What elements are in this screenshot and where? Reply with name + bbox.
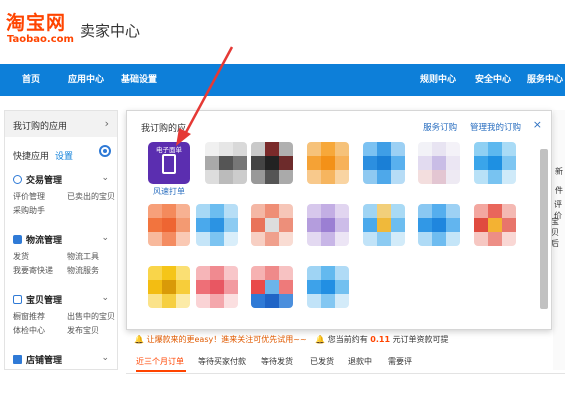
logo-english: Taobao.com xyxy=(7,34,74,45)
app-tile[interactable] xyxy=(148,266,190,308)
link-sold-items[interactable]: 已卖出的宝贝 xyxy=(67,191,115,202)
link-logistics-tools[interactable]: 物流工具 xyxy=(67,251,99,262)
balance-amount: 0.11 xyxy=(370,335,391,344)
active-tab-underline xyxy=(136,370,186,372)
background-content-peek: 新 件 评价 宝贝后 xyxy=(551,110,565,370)
promo-notice: 🔔 让爆款来的更easy！進来关注可优先试用~~ 🔔 您当前约有 0.11 元订… xyxy=(134,334,554,348)
app-tile[interactable] xyxy=(251,204,293,246)
gear-icon[interactable] xyxy=(99,145,111,157)
link-publish-item[interactable]: 发布宝贝 xyxy=(67,325,99,336)
nav-service-center[interactable]: 服务中心 xyxy=(527,64,563,96)
balance-prefix: 您当前约有 xyxy=(327,335,368,344)
app-tile[interactable] xyxy=(205,142,247,184)
link-logistics-service[interactable]: 物流服务 xyxy=(67,265,99,276)
chevron-down-icon[interactable]: ⌄ xyxy=(101,173,109,183)
chevron-right-icon: › xyxy=(104,117,109,130)
peek-text: 宝贝后 xyxy=(551,217,559,248)
close-icon[interactable]: × xyxy=(533,118,542,131)
shop-icon xyxy=(13,355,22,364)
chevron-down-icon[interactable]: ⌄ xyxy=(101,293,109,303)
header: 淘宝网 Taobao.com 卖家中心 xyxy=(0,0,565,62)
logo-chinese: 淘宝网 xyxy=(6,12,67,34)
app-tile[interactable] xyxy=(307,204,349,246)
taobao-logo[interactable]: 淘宝网 Taobao.com xyxy=(6,12,76,52)
tab-refunding[interactable]: 退款中 xyxy=(348,356,372,367)
app-tile[interactable] xyxy=(307,266,349,308)
chevron-down-icon[interactable]: ⌄ xyxy=(101,233,109,243)
quick-apps-label: 快捷应用 xyxy=(13,152,50,162)
chevron-down-icon[interactable]: ⌄ xyxy=(101,353,109,363)
sidebar-quick-apps: 快捷应用 设置 xyxy=(5,141,117,167)
app-tile[interactable] xyxy=(148,204,190,246)
link-items-on-sale[interactable]: 出售中的宝贝 xyxy=(67,311,115,322)
popup-links: 服务订购 管理我的订购 xyxy=(413,121,521,133)
service-order-link[interactable]: 服务订购 xyxy=(423,123,457,133)
document-icon xyxy=(162,154,176,174)
section-title-text: 交易管理 xyxy=(26,176,63,186)
app-label-fengsu-dadan[interactable]: 风速打单 xyxy=(148,186,190,197)
app-tile[interactable] xyxy=(196,204,238,246)
sound-icon: 🔔 xyxy=(315,335,326,344)
tab-awaiting-shipment[interactable]: 等待发货 xyxy=(261,356,293,367)
nav-home[interactable]: 首页 xyxy=(22,64,40,96)
section-title-text: 物流管理 xyxy=(26,236,63,246)
section-title[interactable]: 宝贝管理 xyxy=(13,293,62,307)
link-review-manage[interactable]: 评价管理 xyxy=(13,191,45,202)
app-tile[interactable] xyxy=(251,266,293,308)
app-icon-header: 电子面单 xyxy=(156,146,182,154)
app-tile[interactable] xyxy=(363,204,405,246)
nav-rules-center[interactable]: 规则中心 xyxy=(420,64,456,96)
link-window-recommend[interactable]: 橱窗推荐 xyxy=(13,311,45,322)
truck-icon xyxy=(13,235,22,244)
section-title-text: 宝贝管理 xyxy=(26,296,63,306)
tab-needs-review[interactable]: 需要评 xyxy=(388,356,412,367)
popup-title: 我订购的应 xyxy=(141,124,187,134)
tab-awaiting-payment[interactable]: 等待买家付款 xyxy=(198,356,246,367)
nav-basic-settings[interactable]: 基础设置 xyxy=(121,64,157,96)
app-tile[interactable] xyxy=(418,142,460,184)
tab-last-three-months[interactable]: 近三个月订单 xyxy=(136,356,184,367)
app-tile[interactable] xyxy=(474,204,516,246)
app-tile[interactable] xyxy=(418,204,460,246)
nav-security-center[interactable]: 安全中心 xyxy=(475,64,511,96)
promo-text[interactable]: 让爆款来的更easy！進来关注可优先试用~~ xyxy=(147,335,307,344)
section-title[interactable]: 店铺管理 xyxy=(13,353,62,367)
link-ship[interactable]: 发货 xyxy=(13,251,29,262)
link-purchase-assistant[interactable]: 采购助手 xyxy=(13,205,45,216)
main-nav: 首页 应用中心 基础设置 规则中心 安全中心 服务中心 xyxy=(0,64,565,96)
manage-orders-link[interactable]: 管理我的订购 xyxy=(470,123,521,133)
app-tile[interactable] xyxy=(307,142,349,184)
bag-icon xyxy=(13,295,22,304)
order-tabs: 近三个月订单 等待买家付款 等待发货 已发货 退款中 需要评 xyxy=(126,352,565,374)
sidebar-my-apps[interactable]: 我订购的应用 › xyxy=(5,111,117,137)
app-tile-fengsu-dadan[interactable]: 电子面单 xyxy=(148,142,190,184)
nav-app-center[interactable]: 应用中心 xyxy=(68,64,104,96)
peek-text: 新 xyxy=(555,167,563,176)
app-tile[interactable] xyxy=(196,266,238,308)
sidebar-my-apps-label: 我订购的应用 xyxy=(13,122,68,132)
sidebar: 我订购的应用 › 快捷应用 设置 交易管理 ⌄ 评价管理 已卖出的宝贝 采购助手… xyxy=(4,110,118,370)
link-send-express[interactable]: 我要寄快递 xyxy=(13,265,53,276)
section-title-text: 店铺管理 xyxy=(26,356,63,366)
popup-scrollbar[interactable] xyxy=(540,149,548,309)
quick-apps-settings-link[interactable]: 设置 xyxy=(55,149,73,162)
seller-center-title: 卖家中心 xyxy=(80,22,141,40)
app-tile[interactable] xyxy=(363,142,405,184)
tab-shipped[interactable]: 已发货 xyxy=(310,356,334,367)
app-tile[interactable] xyxy=(474,142,516,184)
peek-text: 件 xyxy=(555,186,563,195)
app-tile[interactable] xyxy=(251,142,293,184)
section-title[interactable]: 物流管理 xyxy=(13,233,62,247)
section-title[interactable]: 交易管理 xyxy=(13,173,62,187)
link-health-check[interactable]: 体检中心 xyxy=(13,325,45,336)
dollar-icon xyxy=(13,175,22,184)
balance-suffix: 元订单资款可提 xyxy=(392,335,449,344)
sound-icon: 🔔 xyxy=(134,335,144,344)
